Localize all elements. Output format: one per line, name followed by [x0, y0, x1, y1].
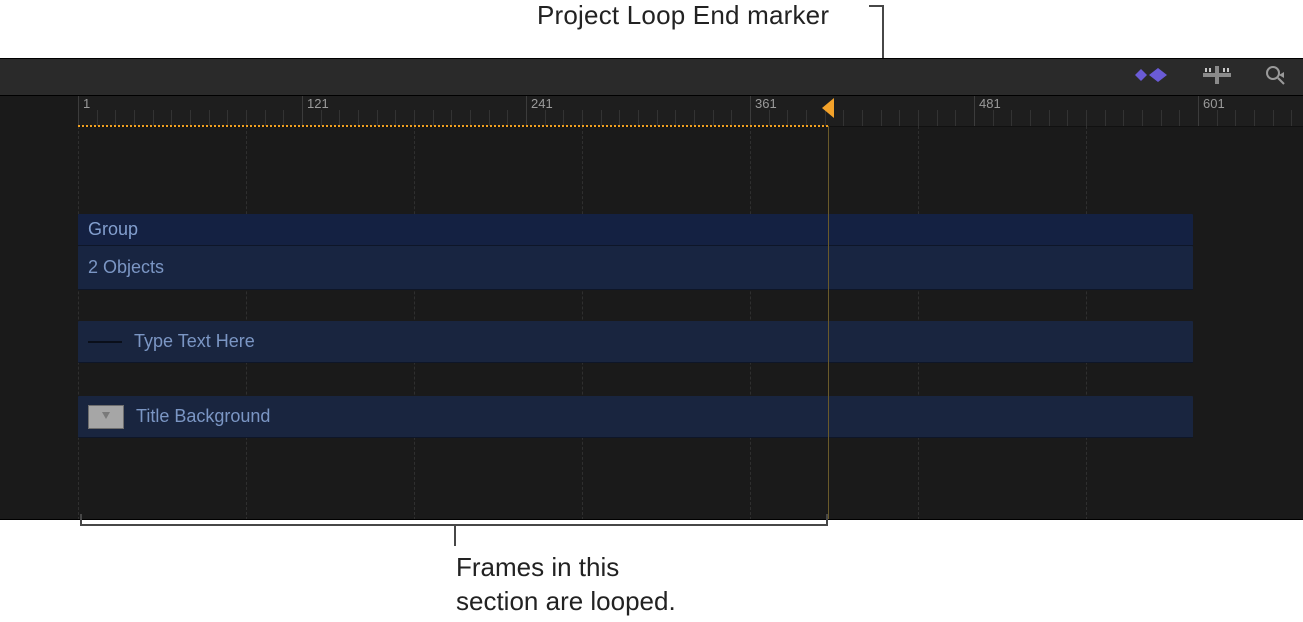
- timeline-toolbar: [0, 59, 1303, 96]
- project-loop-end-marker[interactable]: [820, 96, 836, 120]
- ruler-label: 121: [304, 96, 329, 111]
- group-subtitle: 2 Objects: [88, 257, 164, 278]
- ruler-label: 481: [976, 96, 1001, 111]
- layer-label: Type Text Here: [134, 331, 255, 352]
- playhead-line[interactable]: [828, 126, 829, 520]
- ruler-label: 361: [752, 96, 777, 111]
- group-bar-body[interactable]: 2 Objects: [78, 246, 1193, 290]
- timeline-left-gutter: [0, 96, 78, 520]
- ruler-label: 601: [1200, 96, 1225, 111]
- timeline-window: 1 121 241 361 481 601: [0, 58, 1303, 520]
- group-label: Group: [88, 219, 138, 240]
- timeline-area: 1 121 241 361 481 601: [0, 96, 1303, 520]
- snap-icon[interactable]: [1203, 66, 1231, 89]
- layer-thumbnail-icon: [88, 405, 124, 429]
- group-bar-header[interactable]: Group: [78, 214, 1193, 246]
- keyframes-icon[interactable]: [1135, 68, 1169, 87]
- layer-bar-background[interactable]: Title Background: [78, 396, 1193, 438]
- callout-looped-frames-label: Frames in this section are looped.: [456, 550, 676, 618]
- ruler-label: 1: [80, 96, 90, 111]
- tracks-region: Group 2 Objects Type Text Here Title Bac…: [0, 126, 1303, 520]
- play-range-indicator: [78, 125, 828, 127]
- layer-thumbnail-icon: [88, 341, 122, 343]
- layer-bar-text[interactable]: Type Text Here: [78, 321, 1193, 363]
- zoom-search-icon[interactable]: [1265, 65, 1285, 90]
- callout-bracket: [80, 524, 828, 542]
- ruler-label: 241: [528, 96, 553, 111]
- callout-loop-end-label: Project Loop End marker: [537, 0, 829, 31]
- layer-label: Title Background: [136, 406, 270, 427]
- timeline-ruler[interactable]: 1 121 241 361 481 601: [0, 96, 1303, 127]
